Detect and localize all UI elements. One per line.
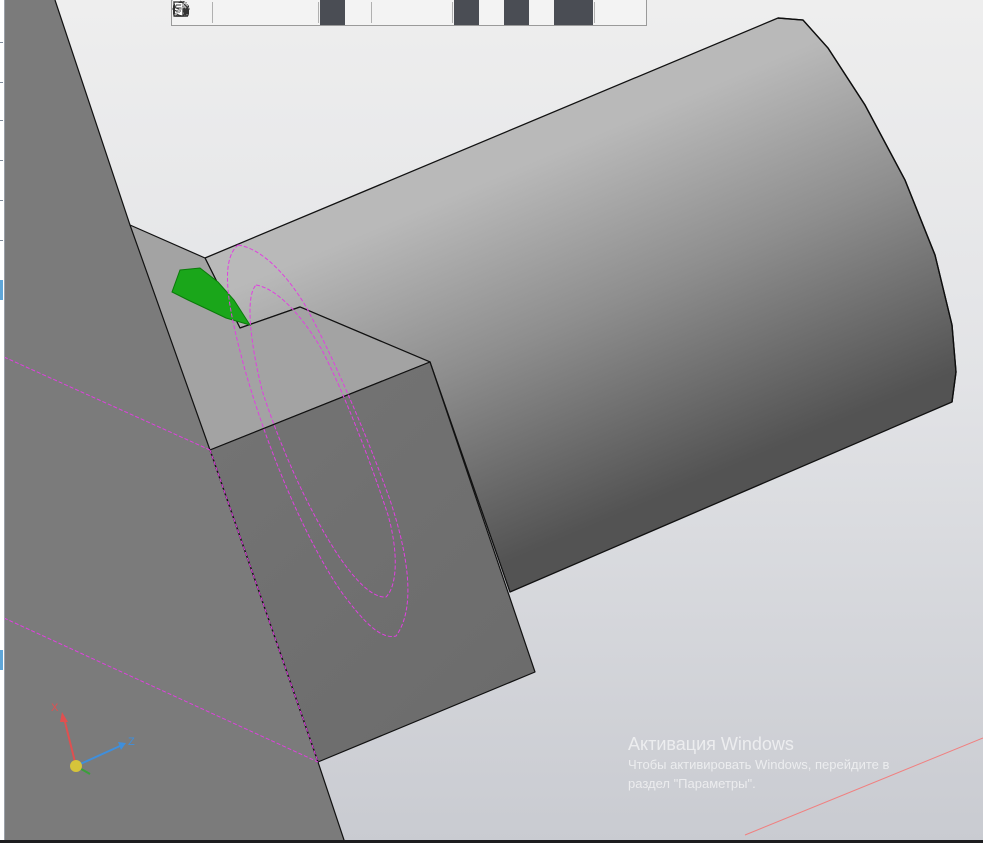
sheet-icon[interactable]: [175, 0, 504, 25]
view-toolbar: [171, 0, 647, 26]
chevron-down-icon[interactable]: [172, 0, 253, 25]
windows-activation-watermark: Активация Windows Чтобы активировать Win…: [628, 733, 968, 793]
filter-doc-icon[interactable]: [175, 0, 529, 25]
x-axis-line: [63, 717, 77, 767]
selection-arrows-icon[interactable]: [174, 0, 479, 25]
panel-divider: [0, 42, 3, 43]
activation-line-1: Чтобы активировать Windows, перейдите в: [628, 757, 890, 772]
axes-icon[interactable]: [173, 0, 303, 25]
zoom-icon[interactable]: [173, 0, 239, 25]
panel-divider: [0, 160, 3, 161]
wireframe-cube-icon[interactable]: [173, 0, 370, 25]
toolbar-separator: [594, 2, 595, 23]
panel-highlight: [0, 650, 3, 670]
z-axis-line: [75, 745, 121, 767]
x-axis-arrow-icon: [60, 712, 68, 722]
panel-divider: [0, 82, 3, 83]
chevron-down-icon[interactable]: [172, 0, 451, 25]
triad-origin: [70, 760, 82, 772]
3d-viewport[interactable]: X Z Активация Windows Чтобы активировать…: [0, 0, 983, 843]
toolbar-separator: [371, 2, 372, 23]
panel-divider: [0, 200, 3, 201]
properties-icon[interactable]: [173, 0, 621, 25]
eye-icon[interactable]: [172, 0, 398, 25]
activation-title: Активация Windows: [628, 734, 794, 754]
chevron-down-icon[interactable]: [172, 0, 317, 25]
panel-highlight: [0, 280, 3, 300]
chevron-down-icon[interactable]: [172, 0, 593, 25]
toolbar-separator: [318, 2, 319, 23]
x-axis-label: X: [51, 702, 59, 714]
panel-divider: [0, 120, 3, 121]
camera-icon[interactable]: [173, 0, 437, 25]
shaded-cube-icon[interactable]: [173, 0, 345, 25]
chevron-down-icon[interactable]: [172, 0, 412, 25]
layers-icon[interactable]: [172, 0, 554, 25]
filter-icon[interactable]: [174, 0, 579, 25]
z-axis-label: Z: [128, 736, 135, 748]
panel-divider: [0, 240, 3, 241]
normal-view-icon[interactable]: [174, 0, 278, 25]
toolbar-separator: [212, 2, 213, 23]
left-panel-edge: [0, 0, 5, 843]
activation-line-2: раздел "Параметры".: [628, 776, 756, 791]
eyedropper-icon[interactable]: [174, 0, 646, 25]
axis-triad: X Z: [40, 700, 150, 790]
toolbar-separator: [452, 2, 453, 23]
